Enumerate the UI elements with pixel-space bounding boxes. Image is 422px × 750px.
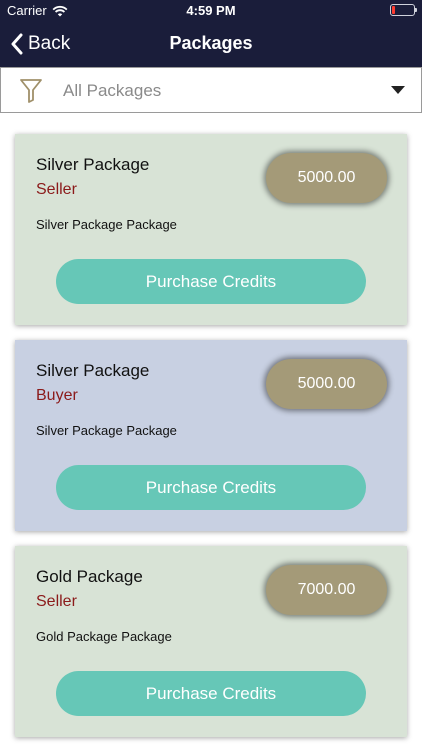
package-description: Silver Package Package — [36, 423, 177, 438]
package-role: Seller — [36, 181, 77, 198]
package-description: Gold Package Package — [36, 629, 172, 644]
package-card: Gold Package Seller Gold Package Package… — [15, 546, 407, 737]
purchase-credits-button[interactable]: Purchase Credits — [56, 465, 366, 510]
battery-icon — [390, 4, 417, 16]
filter-selected-value: All Packages — [63, 81, 162, 100]
package-name: Gold Package — [36, 567, 143, 586]
navigation-bar: Carrier 4:59 PM Back Packages — [0, 0, 422, 67]
funnel-icon — [20, 79, 42, 103]
package-price: 7000.00 — [266, 565, 387, 615]
package-card: Silver Package Seller Silver Package Pac… — [15, 134, 407, 325]
status-time: 4:59 PM — [186, 3, 236, 18]
package-description: Silver Package Package — [36, 217, 177, 232]
package-role: Seller — [36, 593, 77, 610]
battery-level — [392, 6, 395, 14]
purchase-credits-button[interactable]: Purchase Credits — [56, 259, 366, 304]
nav-header: Back Packages — [0, 22, 422, 67]
status-bar: Carrier 4:59 PM — [0, 0, 422, 22]
purchase-credits-button[interactable]: Purchase Credits — [56, 671, 366, 716]
package-price: 5000.00 — [266, 153, 387, 203]
chevron-down-icon — [391, 86, 405, 94]
package-price: 5000.00 — [266, 359, 387, 409]
package-name: Silver Package — [36, 361, 150, 380]
package-role: Buyer — [36, 387, 78, 404]
package-card: Silver Package Buyer Silver Package Pack… — [15, 340, 407, 531]
package-name: Silver Package — [36, 155, 150, 174]
page-title: Packages — [169, 33, 253, 53]
package-filter-dropdown[interactable]: All Packages — [0, 67, 422, 113]
